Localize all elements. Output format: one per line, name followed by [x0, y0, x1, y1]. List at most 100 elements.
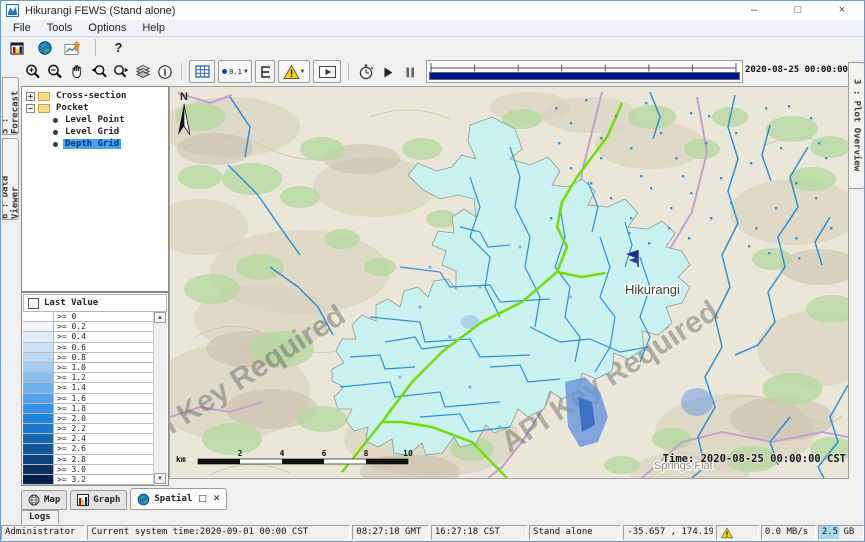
bar-chart-icon [77, 494, 89, 506]
animation-button[interactable] [313, 60, 341, 83]
status-system-time: Current system time:2020-09-01 00:00 CST [87, 525, 350, 540]
tree-label[interactable]: Level Grid [63, 127, 121, 137]
tree-node-depth-grid[interactable]: Depth Grid [22, 138, 168, 150]
legend-row[interactable]: >= 1.2 [23, 373, 154, 383]
toolbar-separator [95, 39, 96, 56]
legend-row[interactable]: >= 1.6 [23, 394, 154, 404]
map-time-label: Time: 2020-08-25 00:00:00 CST [663, 453, 846, 465]
tree-node-level-grid[interactable]: Level Grid [22, 126, 168, 138]
toolbar-separator [181, 63, 182, 80]
legend-row[interactable]: >= 0 [23, 312, 154, 322]
legend-label: >= 0 [54, 312, 154, 321]
svg-text:6: 6 [322, 449, 327, 458]
time-span-bar[interactable] [429, 72, 740, 80]
legend-swatch [23, 322, 54, 331]
tree-label[interactable]: Level Point [63, 115, 127, 125]
tab-data-viewer[interactable]: 6 : Data Viewer [2, 138, 19, 220]
folder-icon [38, 92, 50, 101]
minimize-button[interactable]: – [732, 1, 776, 20]
zoom-next-icon[interactable] [111, 62, 130, 81]
menu-file[interactable]: File [5, 22, 39, 34]
tree-node-level-point[interactable]: Level Point [22, 114, 168, 126]
tree-label[interactable]: Cross-section [54, 91, 128, 101]
legend-label: >= 0.2 [54, 322, 154, 331]
menu-tools[interactable]: Tools [39, 22, 81, 34]
legend-row[interactable]: >= 0.2 [23, 322, 154, 332]
app-window: Hikurangi FEWS (Stand alone) – □ × File … [0, 0, 865, 542]
globe-icon [137, 493, 150, 506]
legend-swatch [23, 434, 54, 443]
grid-display-button[interactable] [189, 60, 215, 83]
timeseries-display-icon[interactable] [63, 38, 82, 57]
legend-row[interactable]: >= 1.8 [23, 404, 154, 414]
legend-row[interactable]: >= 2.6 [23, 444, 154, 454]
legend-row[interactable]: >= 2.0 [23, 414, 154, 424]
status-warning-cell[interactable] [716, 525, 759, 540]
close-button[interactable]: × [820, 1, 864, 20]
tab-forecast[interactable]: 5 : Forecast [2, 77, 19, 135]
scroll-up-icon[interactable]: ▲ [154, 312, 166, 323]
tab-forecast-label: 5 : Forecast [2, 78, 19, 134]
legend-toggle-button[interactable] [255, 60, 275, 83]
collapse-icon[interactable]: − [26, 104, 35, 113]
zoom-in-icon[interactable] [23, 62, 42, 81]
legend-row[interactable]: >= 2.4 [23, 434, 154, 444]
tab-graph-label: Graph [93, 495, 120, 505]
tab-graph[interactable]: Graph [70, 490, 127, 510]
legend-row[interactable]: >= 0.4 [23, 332, 154, 342]
scale-value: 0.1 [229, 68, 242, 76]
legend-list: >= 0>= 0.2>= 0.4>= 0.6>= 0.8>= 1.0>= 1.2… [23, 312, 154, 485]
classification-scale-dropdown[interactable]: 0.1 ▼ [218, 60, 252, 83]
layers-icon[interactable] [133, 62, 152, 81]
tab-map[interactable]: Map [21, 490, 67, 510]
warning-dropdown-button[interactable]: ▼ [278, 60, 310, 83]
status-coordinates: -35.657 , 174.199 [623, 525, 713, 540]
legend-row[interactable]: >= 0.6 [23, 343, 154, 353]
tab-maximize-icon[interactable]: □ [198, 494, 207, 504]
menu-help[interactable]: Help [134, 22, 173, 34]
tree-node-pocket[interactable]: − Pocket [22, 102, 168, 114]
expand-icon[interactable]: + [26, 92, 35, 101]
legend-row[interactable]: >= 0.8 [23, 353, 154, 363]
legend-title: Last Value [44, 298, 98, 308]
time-slider[interactable] [426, 60, 743, 83]
map-display-icon[interactable] [35, 38, 54, 57]
status-bar: Administrator Current system time:2020-0… [1, 524, 864, 541]
svg-text:8: 8 [364, 449, 369, 458]
info-icon[interactable]: i [155, 62, 174, 81]
legend-scrollbar[interactable]: ▲ ▼ [153, 312, 167, 484]
legend-label: >= 2.4 [54, 434, 154, 443]
maximize-button[interactable]: □ [776, 1, 820, 20]
legend-row[interactable]: >= 3.2 [23, 475, 154, 485]
tab-map-label: Map [44, 495, 60, 505]
pause-button[interactable] [400, 62, 419, 81]
legend-row[interactable]: >= 3.0 [23, 465, 154, 475]
tab-close-icon[interactable]: ✕ [213, 494, 221, 504]
timer-icon[interactable] [356, 62, 375, 81]
tree-label-selected[interactable]: Depth Grid [63, 139, 121, 149]
tab-plot-overview[interactable]: 3 : Plot Overview [848, 62, 865, 189]
folder-icon [38, 104, 50, 113]
map-view[interactable]: API Key Required API Key Required Hikura… [169, 86, 849, 479]
legend-swatch [23, 373, 54, 382]
tree-node-cross-section[interactable]: + Cross-section [22, 90, 168, 102]
legend-row[interactable]: >= 1.4 [23, 383, 154, 393]
zoom-previous-icon[interactable] [89, 62, 108, 81]
zoom-out-icon[interactable] [45, 62, 64, 81]
pan-hand-icon[interactable] [67, 62, 86, 81]
help-button[interactable]: ? [109, 38, 128, 57]
play-button[interactable] [378, 62, 397, 81]
menu-options[interactable]: Options [80, 22, 134, 34]
map-canvas[interactable]: API Key Required API Key Required Hikura… [170, 87, 848, 478]
legend-swatch [23, 394, 54, 403]
explorer-icon[interactable] [7, 38, 26, 57]
scroll-down-icon[interactable]: ▼ [154, 473, 166, 484]
tree-label[interactable]: Pocket [54, 103, 91, 113]
toolbar-separator [348, 63, 349, 80]
wireframe-globe-icon [28, 494, 40, 506]
legend-row[interactable]: >= 1.0 [23, 363, 154, 373]
legend-row[interactable]: >= 2.2 [23, 424, 154, 434]
last-value-checkbox[interactable] [28, 298, 39, 309]
legend-row[interactable]: >= 2.8 [23, 455, 154, 465]
tab-spatial[interactable]: Spatial □ ✕ [130, 488, 227, 510]
